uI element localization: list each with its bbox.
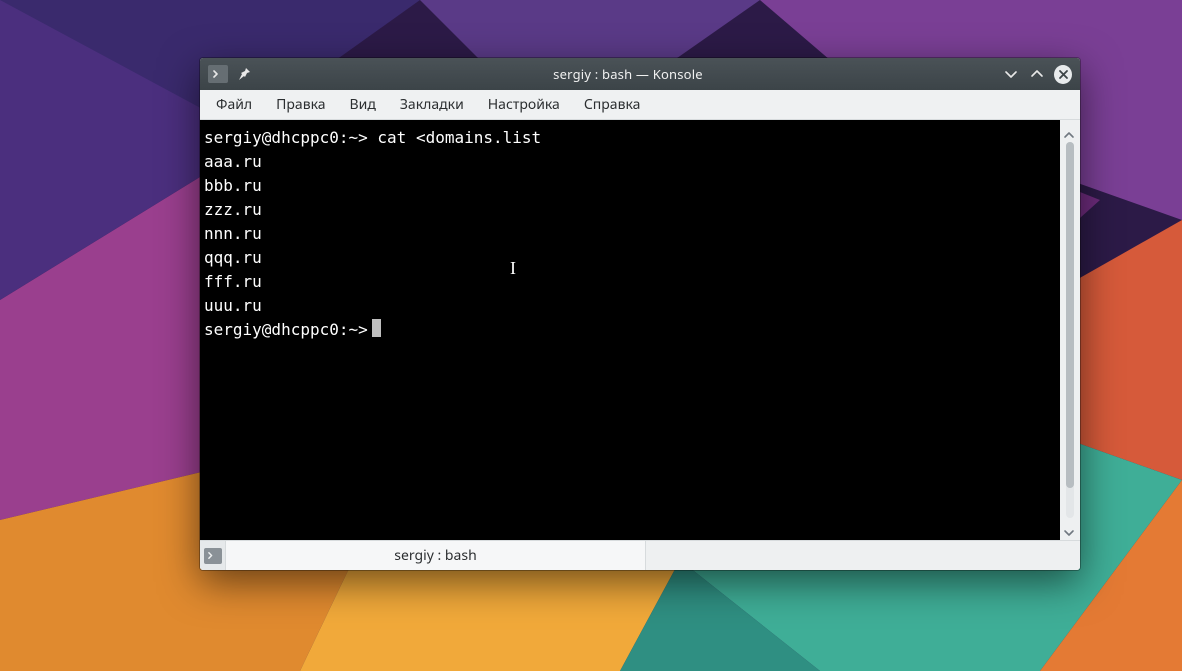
- konsole-window: sergiy : bash — Konsole Файл Правка Вид …: [200, 58, 1080, 570]
- terminal-output[interactable]: sergiy@dhcppc0:~> cat <domains.list aaa.…: [200, 120, 1060, 540]
- tabbar: sergiy : bash: [200, 540, 1080, 570]
- output-line: qqq.ru: [204, 248, 262, 267]
- minimize-button[interactable]: [1002, 65, 1020, 83]
- output-line: aaa.ru: [204, 152, 262, 171]
- output-line: bbb.ru: [204, 176, 262, 195]
- terminal-container: sergiy@dhcppc0:~> cat <domains.list aaa.…: [200, 120, 1080, 540]
- menu-settings[interactable]: Настройка: [478, 91, 570, 118]
- scrollbar-vertical[interactable]: [1060, 120, 1080, 540]
- close-icon: [1054, 65, 1072, 84]
- scrollbar-thumb[interactable]: [1066, 142, 1074, 488]
- menu-edit[interactable]: Правка: [266, 91, 335, 118]
- terminal-tab-icon: [204, 548, 222, 564]
- text-caret-icon: I: [510, 256, 516, 280]
- titlebar[interactable]: sergiy : bash — Konsole: [200, 58, 1080, 90]
- tab-active[interactable]: sergiy : bash: [226, 541, 646, 570]
- cursor-icon: [372, 319, 381, 337]
- scroll-down-icon[interactable]: [1063, 522, 1077, 536]
- maximize-button[interactable]: [1028, 65, 1046, 83]
- tab-label: sergiy : bash: [394, 546, 476, 565]
- output-line: nnn.ru: [204, 224, 262, 243]
- scrollbar-track[interactable]: [1066, 142, 1074, 518]
- output-line: fff.ru: [204, 272, 262, 291]
- close-button[interactable]: [1054, 65, 1072, 83]
- prompt: sergiy@dhcppc0:~>: [204, 128, 368, 147]
- scroll-up-icon[interactable]: [1063, 124, 1077, 138]
- menu-bookmarks[interactable]: Закладки: [390, 91, 474, 118]
- command-text: cat <domains.list: [377, 128, 541, 147]
- menu-help[interactable]: Справка: [574, 91, 651, 118]
- app-terminal-icon: [208, 65, 228, 83]
- prompt: sergiy@dhcppc0:~>: [204, 320, 368, 339]
- pin-icon[interactable]: [236, 65, 254, 83]
- output-line: zzz.ru: [204, 200, 262, 219]
- menu-file[interactable]: Файл: [206, 91, 262, 118]
- new-tab-button[interactable]: [200, 541, 226, 570]
- menubar: Файл Правка Вид Закладки Настройка Справ…: [200, 90, 1080, 120]
- output-line: uuu.ru: [204, 296, 262, 315]
- window-title: sergiy : bash — Konsole: [264, 65, 992, 83]
- menu-view[interactable]: Вид: [340, 91, 386, 118]
